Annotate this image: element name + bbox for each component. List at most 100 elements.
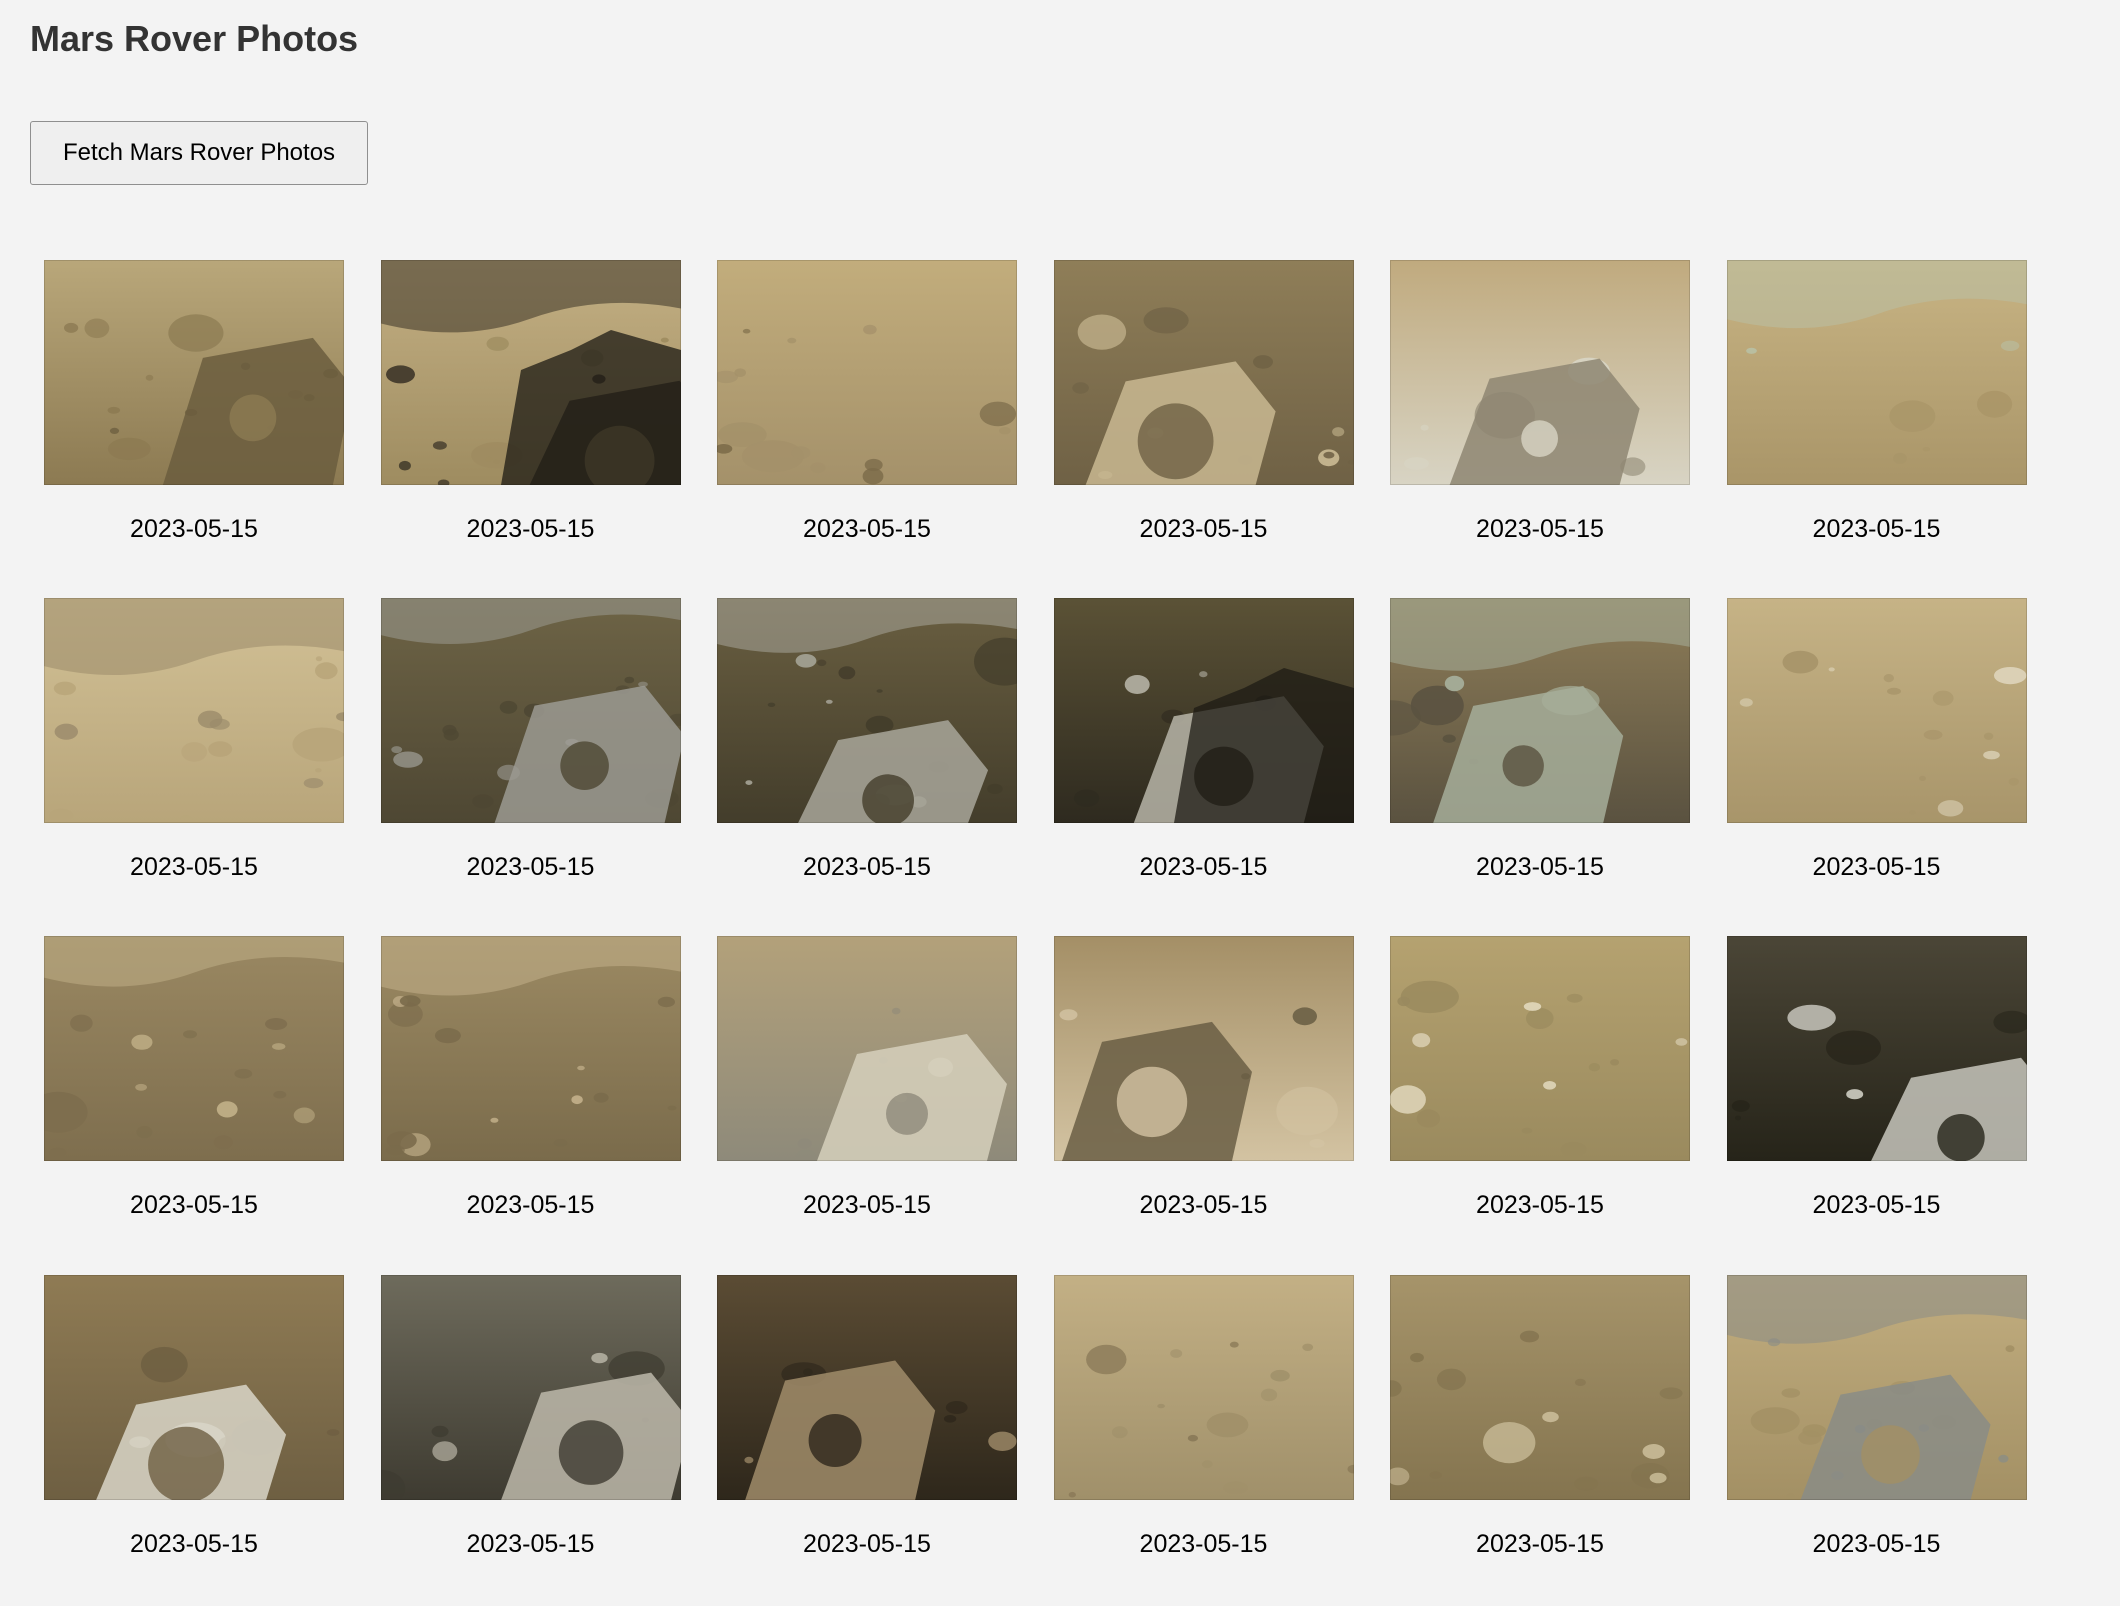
photo-card: 2023-05-15 [1390, 1275, 1690, 1606]
rover-photo-image [44, 936, 344, 1161]
rover-photo [717, 260, 1017, 485]
photo-card: 2023-05-15 [1390, 598, 1690, 936]
photo-card: 2023-05-15 [1726, 936, 2027, 1275]
photo-card: 2023-05-15 [1726, 1275, 2027, 1606]
rover-photo-image [1390, 1275, 1690, 1500]
rover-photo-image [717, 260, 1017, 485]
photo-date: 2023-05-15 [1476, 1191, 1604, 1219]
rover-photo [1726, 936, 2027, 1161]
rover-photo [717, 1275, 1017, 1500]
rover-photo-image [44, 598, 344, 823]
photo-card: 2023-05-15 [717, 936, 1017, 1275]
photo-card: 2023-05-15 [1390, 936, 1690, 1275]
rover-photo [1726, 1275, 2027, 1500]
rover-photo [44, 260, 344, 485]
photo-card: 2023-05-15 [1726, 598, 2027, 936]
photo-date: 2023-05-15 [466, 853, 595, 881]
rover-photo-image [380, 1275, 681, 1500]
photo-date: 2023-05-15 [1476, 1530, 1604, 1558]
rover-photo [1053, 1275, 1354, 1500]
photo-date: 2023-05-15 [130, 515, 258, 543]
rover-photo [44, 1275, 344, 1500]
photo-card: 2023-05-15 [44, 260, 344, 598]
photo-card: 2023-05-15 [717, 1275, 1017, 1606]
photo-date: 2023-05-15 [803, 853, 931, 881]
photo-card: 2023-05-15 [380, 598, 681, 936]
photo-card: 2023-05-15 [380, 936, 681, 1275]
page-title: Mars Rover Photos [30, 18, 359, 59]
photo-grid: 2023-05-15 2023-05-15 2023-05-15 2023-05-15… [44, 260, 2027, 1606]
rover-photo-image [1726, 936, 2027, 1161]
rover-photo-image [44, 260, 344, 485]
rover-photo-image [44, 1275, 344, 1500]
photo-card: 2023-05-15 [44, 1275, 344, 1606]
rover-photo [1053, 260, 1354, 485]
photo-date: 2023-05-15 [1139, 853, 1268, 881]
rover-photo [380, 1275, 681, 1500]
rover-photo-image [1390, 598, 1690, 823]
photo-card: 2023-05-15 [1053, 936, 1354, 1275]
rover-photo-image [1053, 598, 1354, 823]
photo-card: 2023-05-15 [717, 260, 1017, 598]
rover-photo-image [380, 598, 681, 823]
rover-photo-image [380, 260, 681, 485]
photo-card: 2023-05-15 [44, 936, 344, 1275]
rover-photo [1726, 598, 2027, 823]
photo-card: 2023-05-15 [44, 598, 344, 936]
page: Mars Rover Photos Fetch Mars Rover Photo… [0, 0, 2120, 1606]
rover-photo [717, 598, 1017, 823]
photo-card: 2023-05-15 [1390, 260, 1690, 598]
photo-card: 2023-05-15 [1726, 260, 2027, 598]
rover-photo [380, 936, 681, 1161]
rover-photo [1053, 598, 1354, 823]
fetch-photos-button[interactable]: Fetch Mars Rover Photos [30, 121, 368, 185]
photo-date: 2023-05-15 [803, 1191, 931, 1219]
rover-photo-image [380, 936, 681, 1161]
rover-photo [1390, 260, 1690, 485]
rover-photo [380, 598, 681, 823]
photo-date: 2023-05-15 [1139, 1191, 1268, 1219]
rover-photo [1390, 1275, 1690, 1500]
rover-photo-image [1053, 1275, 1354, 1500]
rover-photo [1390, 598, 1690, 823]
rover-photo [44, 598, 344, 823]
photo-date: 2023-05-15 [466, 515, 595, 543]
photo-card: 2023-05-15 [380, 260, 681, 598]
photo-date: 2023-05-15 [1139, 515, 1268, 543]
rover-photo-image [1390, 936, 1690, 1161]
rover-photo-image [1726, 260, 2027, 485]
rover-photo-image [1053, 260, 1354, 485]
photo-date: 2023-05-15 [1476, 515, 1604, 543]
photo-date: 2023-05-15 [130, 1530, 258, 1558]
photo-date: 2023-05-15 [1476, 853, 1604, 881]
rover-photo-image [1726, 598, 2027, 823]
rover-photo [380, 260, 681, 485]
rover-photo [1726, 260, 2027, 485]
rover-photo [1390, 936, 1690, 1161]
rover-photo-image [1726, 1275, 2027, 1500]
photo-date: 2023-05-15 [1812, 1530, 1941, 1558]
rover-photo-image [717, 598, 1017, 823]
rover-photo-image [717, 936, 1017, 1161]
rover-photo [1053, 936, 1354, 1161]
photo-date: 2023-05-15 [1812, 1191, 1941, 1219]
photo-date: 2023-05-15 [1812, 515, 1941, 543]
photo-date: 2023-05-15 [1812, 853, 1941, 881]
photo-date: 2023-05-15 [466, 1191, 595, 1219]
photo-card: 2023-05-15 [1053, 1275, 1354, 1606]
photo-date: 2023-05-15 [130, 853, 258, 881]
rover-photo [44, 936, 344, 1161]
rover-photo-image [1390, 260, 1690, 485]
photo-card: 2023-05-15 [1053, 260, 1354, 598]
photo-card: 2023-05-15 [717, 598, 1017, 936]
photo-date: 2023-05-15 [130, 1191, 258, 1219]
photo-date: 2023-05-15 [803, 1530, 931, 1558]
rover-photo-image [1053, 936, 1354, 1161]
photo-card: 2023-05-15 [1053, 598, 1354, 936]
rover-photo [717, 936, 1017, 1161]
photo-card: 2023-05-15 [380, 1275, 681, 1606]
rover-photo-image [717, 1275, 1017, 1500]
photo-date: 2023-05-15 [466, 1530, 595, 1558]
photo-date: 2023-05-15 [1139, 1530, 1268, 1558]
photo-date: 2023-05-15 [803, 515, 931, 543]
